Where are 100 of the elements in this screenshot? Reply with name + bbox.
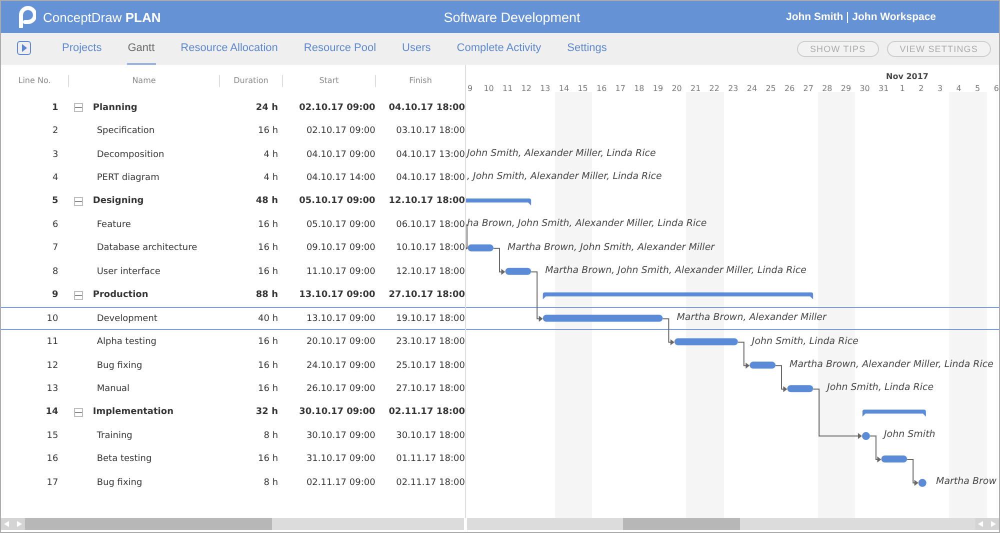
task-name: Training [96, 430, 134, 441]
duration-cell-text: 8 h [262, 430, 278, 441]
line-number: 6 [52, 220, 60, 230]
table-row[interactable]: 15 Training 8 h 30.10.17 09:00 30.10.17 18:00 [1, 424, 465, 448]
project-title: Software Development [442, 10, 582, 24]
finish-cell-text: 27.10.17 18:00 [395, 384, 465, 394]
table-row[interactable]: 3 Decomposition 4 h 04.10.17 09:00 04.10.17 13:00 [1, 142, 465, 166]
day-label: 14 [558, 84, 570, 93]
table-row[interactable]: 11 Alpha testing 16 h 20.10.17 09:00 23.10.17 18:00 [1, 330, 465, 354]
start-cell-text: 02.11.17 09:00 [305, 478, 376, 488]
table-row[interactable]: 2 Specification 16 h 02.10.17 09:00 03.10.17 18:00 [1, 119, 465, 143]
day-label: 6 [992, 84, 999, 93]
table-row[interactable]: 1 Planning 24 h 02.10.17 09:00 04.10.17 18:00 [1, 96, 465, 120]
column-header[interactable]: Finish [376, 74, 465, 86]
task-name: Production [92, 290, 150, 300]
table-row[interactable]: 5 Designing 48 h 05.10.17 09:00 12.10.17 18:00 [1, 190, 465, 214]
duration-cell-text: 4 h [262, 150, 278, 160]
task-name: Planning [92, 102, 138, 113]
start-cell-text: 31.10.17 09:00 [305, 454, 376, 464]
task-name: Manual [96, 384, 131, 394]
line-number: 10 [46, 314, 60, 324]
line-number: 5 [50, 196, 60, 206]
duration-cell-text: 16 h [257, 220, 278, 230]
start-cell-text: 11.10.17 09:00 [305, 266, 376, 277]
line-number: 14 [44, 407, 60, 418]
start-cell-text: 24.10.17 09:00 [305, 360, 376, 371]
duration-cell-text: 16 h [257, 243, 278, 254]
duration-cell-text: 32 h [254, 407, 278, 418]
table-row[interactable]: 13 Manual 16 h 26.10.17 09:00 27.10.17 18:00 [1, 377, 465, 401]
table-row[interactable]: 12 Bug fixing 16 h 24.10.17 09:00 25.10.17 18:00 [1, 354, 465, 378]
table-row[interactable]: 17 Bug fixing 8 h 02.11.17 09:00 02.11.17 18:00 [1, 471, 465, 494]
column-header[interactable]: Start [283, 74, 376, 86]
finish-cell-text: 03.10.17 18:00 [395, 126, 465, 136]
day-label: 18 [633, 84, 646, 93]
task-name: Implementation [92, 407, 174, 418]
day-label: 31 [877, 84, 890, 93]
day-label: 17 [614, 84, 626, 93]
column-header[interactable]: Duration [220, 74, 283, 86]
duration-cell-text: 16 h [257, 384, 278, 394]
task-name: Development [96, 314, 158, 324]
finish-cell-text: 19.10.17 18:00 [395, 314, 465, 324]
day-label: 1 [898, 84, 906, 93]
start-cell-text: 05.10.17 09:00 [298, 196, 376, 206]
column-header[interactable]: Name [69, 74, 220, 86]
day-label: 21 [689, 84, 702, 93]
duration-cell-text: 16 h [257, 337, 278, 348]
start-cell-text: 26.10.17 09:00 [305, 384, 376, 394]
day-label: 20 [670, 84, 683, 93]
start-cell-text: 13.10.17 09:00 [305, 314, 376, 324]
resource-label: Martha Brown, John Smith, Alexander Miller [508, 240, 715, 255]
day-label: 9 [466, 84, 474, 93]
line-number: 11 [46, 337, 60, 348]
resource-label: Martha Brown, Alexander Miller [676, 311, 826, 326]
table-row[interactable]: 8 User interface 16 h 11.10.17 09:00 12.10.17 18:00 [1, 260, 465, 284]
finish-cell-text: 23.10.17 18:00 [395, 337, 465, 348]
table-row[interactable]: 14 Implementation 32 h 30.10.17 09:00 02.11.17 18:00 [1, 400, 465, 424]
day-label: 27 [802, 84, 814, 93]
line-number: 2 [52, 126, 60, 136]
day-label: 12 [520, 84, 532, 93]
nav-tab[interactable]: Gantt [126, 33, 156, 65]
start-cell-text: 09.10.17 09:00 [305, 243, 376, 254]
day-label: 28 [821, 84, 834, 93]
resource-label: Martha Brow [936, 475, 997, 490]
table-row[interactable]: 16 Beta testing 16 h 31.10.17 09:00 01.11.17 18:00 [1, 448, 465, 471]
line-number: 9 [50, 290, 60, 300]
line-number: 17 [46, 478, 60, 488]
finish-cell-text: 25.10.17 18:00 [395, 360, 465, 371]
month-label: Nov 2017 [886, 72, 928, 81]
table-row[interactable]: 9 Production 88 h 13.10.17 09:00 27.10.17 18:00 [1, 284, 465, 307]
task-name: Beta testing [96, 454, 153, 464]
task-name: Decomposition [96, 150, 166, 160]
finish-cell-text: 12.10.17 18:00 [388, 196, 465, 206]
resource-label: Martha Brown, Alexander Miller, Linda Rice [790, 358, 994, 372]
day-label: 26 [783, 84, 796, 93]
resource-label: John Smith [884, 428, 936, 442]
finish-cell-text: 30.10.17 18:00 [395, 430, 465, 441]
table-row[interactable]: 7 Database architecture 16 h 09.10.17 09:00 10.10.17 18:00 [1, 236, 465, 260]
day-label: 30 [858, 84, 871, 93]
start-cell-text: 30.10.17 09:00 [298, 407, 376, 418]
finish-cell-text: 06.10.17 18:00 [395, 220, 465, 230]
task-name: User interface [96, 266, 162, 277]
day-label: 4 [955, 84, 962, 93]
day-label: 19 [652, 84, 664, 93]
task-name: Bug fixing [96, 478, 144, 488]
table-row[interactable]: 6 Feature 16 h 05.10.17 09:00 06.10.17 18:00 [1, 213, 465, 237]
line-number: 4 [52, 173, 60, 184]
task-name: Specification [96, 126, 156, 136]
day-label: 23 [727, 84, 740, 93]
day-label: 29 [840, 84, 852, 93]
duration-cell-text: 4 h [262, 173, 278, 184]
day-label: 3 [936, 84, 944, 93]
line-number: 15 [46, 430, 60, 441]
day-label: 25 [764, 84, 777, 93]
task-name: Bug fixing [96, 360, 144, 371]
table-row[interactable]: 4 PERT diagram 4 h 04.10.17 14:00 04.10.17 18:00 [1, 166, 465, 190]
column-header[interactable]: Line No. [1, 74, 69, 86]
table-row[interactable]: 10 Development 40 h 13.10.17 09:00 19.10.17 18:00 [1, 306, 465, 330]
task-name: Alpha testing [96, 337, 158, 348]
task-name: Feature [96, 220, 132, 230]
day-label: 2 [918, 84, 925, 93]
